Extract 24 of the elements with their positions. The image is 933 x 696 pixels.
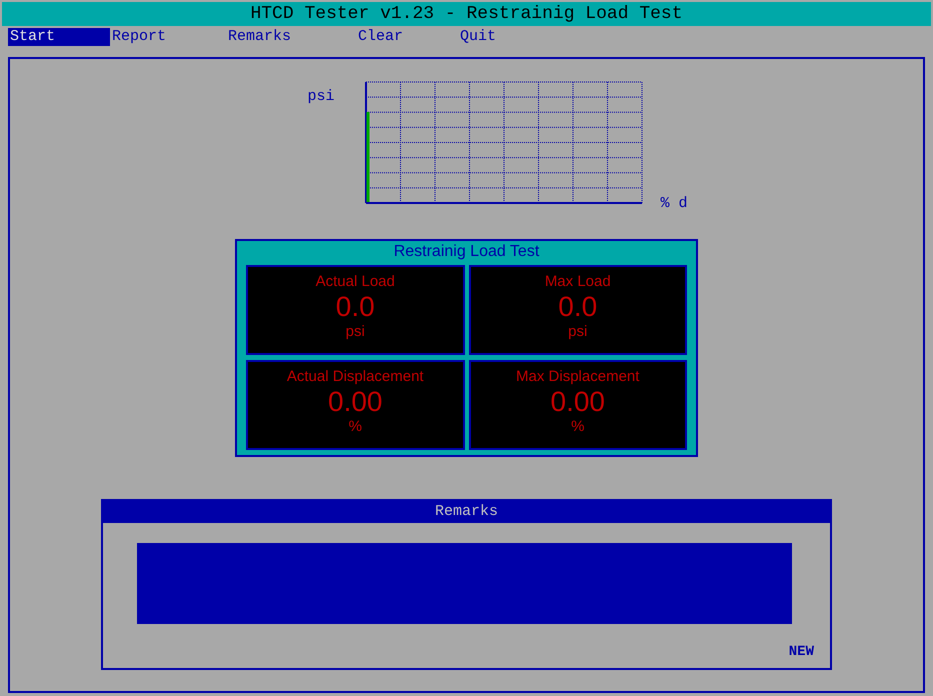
menu-item[interactable]: Report: [110, 28, 226, 46]
remarks-title: Remarks: [434, 502, 498, 522]
reading-label: Actual Displacement: [286, 368, 424, 386]
reading-label: Max Load: [544, 273, 611, 291]
reading-unit: psi: [568, 323, 588, 341]
reading-unit: psi: [346, 323, 365, 341]
window-title: HTCD Tester v1.23 - Restrainig Load Test: [250, 2, 683, 26]
reading-value: 0.0: [336, 291, 375, 323]
reading-unit: %: [348, 418, 362, 436]
menu-item[interactable]: Quit: [458, 28, 518, 46]
y-axis-label: psi: [307, 87, 334, 107]
remarks-field[interactable]: [137, 543, 792, 624]
x-axis-label: % d: [660, 194, 688, 214]
status-label: NEW: [788, 643, 814, 662]
menu-item[interactable]: Clear: [356, 28, 458, 46]
reading-unit: %: [571, 418, 584, 436]
reading-value: 0.00: [328, 386, 382, 418]
reading-label: Actual Load: [316, 273, 395, 291]
menu-item[interactable]: Start: [8, 28, 110, 46]
reading-value: 0.0: [558, 291, 598, 323]
reading-label: Max Displacement: [516, 368, 640, 386]
panel-title: Restrainig Load Test: [392, 242, 540, 262]
menu-item[interactable]: Remarks: [226, 28, 356, 46]
reading-value: 0.00: [550, 386, 605, 418]
